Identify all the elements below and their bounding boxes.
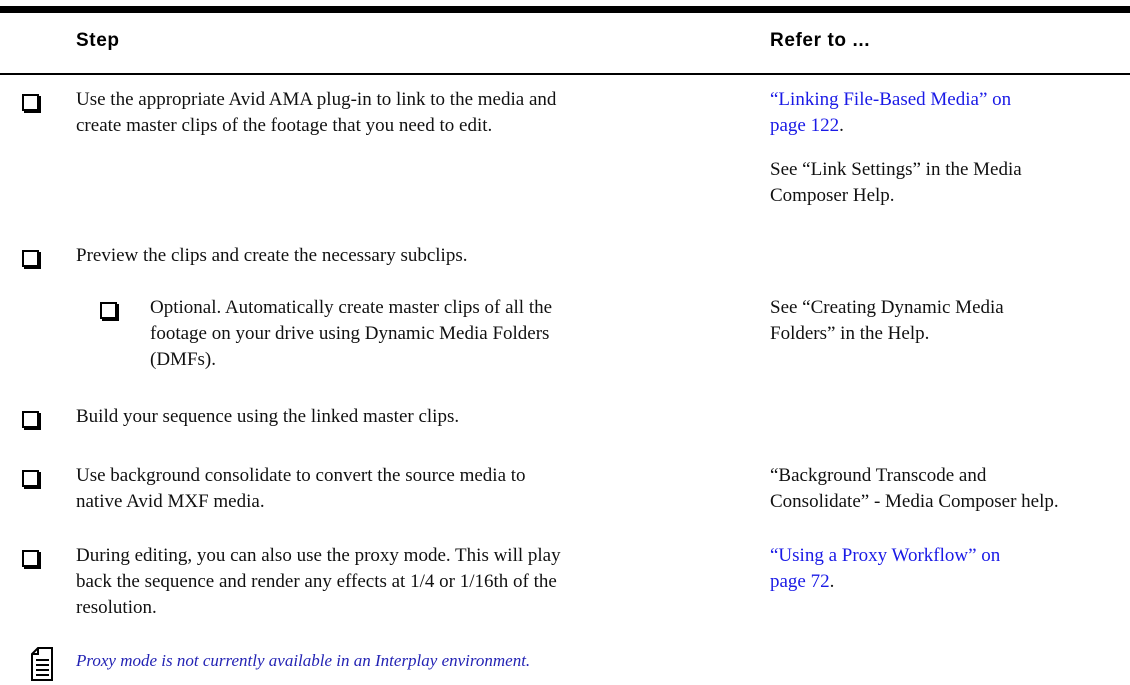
step-text: Preview the clips and create the necessa… — [76, 245, 468, 266]
reference-text: “Background Transcode and Consolidate” -… — [770, 465, 1059, 512]
reference-text: “Using a Proxy Workflow” on page 72. — [770, 545, 1001, 592]
substep-text: Optional. Automatically create master cl… — [150, 297, 553, 370]
step-text: During editing, you can also use the pro… — [76, 545, 561, 618]
top-rule — [0, 6, 1130, 13]
step-checkbox[interactable] — [22, 94, 39, 111]
reference-text: “Linking File-Based Media” on page 122. — [770, 89, 1012, 136]
reference-link[interactable]: “Using a Proxy Workflow” on — [770, 545, 1000, 566]
step-checkbox[interactable] — [22, 550, 39, 567]
reference-text: See “Creating Dynamic Media Folders” in … — [770, 297, 1004, 344]
reference-link[interactable]: “Linking File-Based Media” on — [770, 89, 1011, 110]
step-text: Use the appropriate Avid AMA plug-in to … — [76, 89, 557, 136]
step-checkbox[interactable] — [22, 411, 39, 428]
refer-column-header: Refer to ... — [770, 30, 871, 51]
note-text: Proxy mode is not currently available in… — [76, 651, 531, 670]
step-checkbox[interactable] — [22, 250, 39, 267]
note-icon — [31, 647, 53, 681]
reference-link-page[interactable]: page 122 — [770, 115, 839, 136]
reference-text-2: See “Link Settings” in the Media Compose… — [770, 159, 1022, 206]
step-text: Build your sequence using the linked mas… — [76, 406, 460, 427]
table-header: Step Refer to ... — [0, 30, 1130, 54]
step-column-header: Step — [76, 30, 120, 51]
step-checkbox[interactable] — [22, 470, 39, 487]
step-text: Use background consolidate to convert th… — [76, 465, 526, 512]
header-rule — [0, 73, 1130, 75]
reference-link-page[interactable]: page 72 — [770, 571, 830, 592]
substep-checkbox[interactable] — [100, 302, 117, 319]
